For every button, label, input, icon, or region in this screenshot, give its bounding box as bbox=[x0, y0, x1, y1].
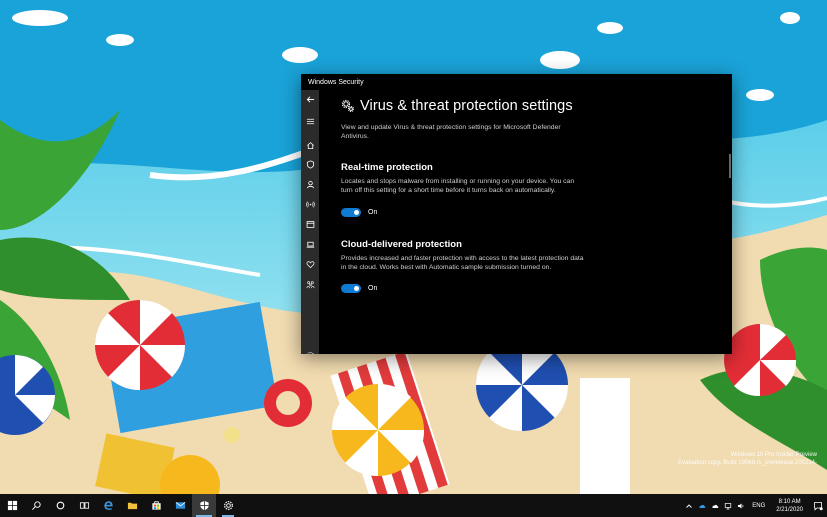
scrollbar[interactable] bbox=[729, 154, 731, 178]
watermark-line-1: Windows 10 Pro Insider Preview bbox=[730, 452, 817, 458]
toggle-state-label: On bbox=[368, 285, 378, 293]
back-arrow-icon[interactable] bbox=[301, 91, 319, 107]
person-icon[interactable] bbox=[301, 176, 319, 192]
page-subtitle: View and update Virus & threat protectio… bbox=[341, 124, 561, 141]
page-title: Virus & threat protection settings bbox=[360, 98, 573, 114]
onedrive-tray-icon[interactable] bbox=[695, 494, 708, 517]
section-description: Locates and stops malware from installin… bbox=[341, 177, 575, 195]
cloud-delivered-protection-section: Cloud-delivered protection Provides incr… bbox=[341, 239, 721, 294]
edge-icon bbox=[103, 501, 113, 510]
toggle-knob bbox=[354, 209, 359, 215]
settings-content: Virus & threat protection settings View … bbox=[341, 98, 721, 294]
cloud-icon bbox=[699, 504, 706, 508]
clock[interactable]: 8:10 AM 2/21/2020 bbox=[770, 498, 809, 514]
app-browser-icon[interactable] bbox=[301, 216, 319, 232]
build-watermark: Windows 10 Pro Insider Preview Evaluatio… bbox=[678, 451, 817, 467]
onedrive-personal-tray-icon[interactable] bbox=[708, 494, 721, 517]
windows-logo-icon bbox=[7, 500, 17, 511]
file-explorer-button[interactable] bbox=[120, 494, 144, 517]
minimize-button[interactable] bbox=[672, 74, 692, 90]
window-title: Windows Security bbox=[308, 78, 364, 86]
cloud-icon bbox=[712, 504, 719, 508]
speaker-icon bbox=[737, 503, 744, 508]
section-heading: Real-time protection bbox=[341, 161, 433, 173]
store-button[interactable] bbox=[144, 494, 168, 517]
maximize-button[interactable] bbox=[692, 74, 712, 90]
chevron-up-icon bbox=[685, 503, 692, 508]
toggle-state-label: On bbox=[368, 208, 378, 216]
cortana-circle-icon bbox=[56, 501, 64, 510]
taskbar: ENG 8:10 AM 2/21/2020 bbox=[0, 494, 827, 517]
gears-icon bbox=[341, 99, 355, 113]
edge-button[interactable] bbox=[96, 494, 120, 517]
search-button[interactable] bbox=[24, 494, 48, 517]
action-center-button[interactable] bbox=[809, 494, 827, 517]
close-button[interactable] bbox=[712, 74, 732, 90]
settings-gear-icon[interactable] bbox=[301, 347, 319, 354]
family-icon[interactable] bbox=[301, 276, 319, 292]
heart-icon[interactable] bbox=[301, 256, 319, 272]
windows-security-window: Windows Security Virus & threat protecti… bbox=[301, 74, 732, 354]
store-bag-icon bbox=[151, 501, 161, 510]
watermark-line-2: Evaluation copy. Build 19569.rs_prerelea… bbox=[678, 460, 817, 466]
wireless-icon[interactable] bbox=[301, 196, 319, 212]
system-tray: ENG 8:10 AM 2/21/2020 bbox=[682, 494, 827, 517]
section-description: Provides increased and faster protection… bbox=[341, 254, 584, 272]
show-hidden-icons-button[interactable] bbox=[682, 494, 695, 517]
task-view-icon bbox=[79, 502, 89, 509]
mail-button[interactable] bbox=[168, 494, 192, 517]
real-time-protection-section: Real-time protection Locates and stops m… bbox=[341, 162, 721, 217]
shield-icon bbox=[199, 500, 209, 511]
search-icon bbox=[31, 501, 41, 510]
hamburger-menu-icon[interactable] bbox=[301, 113, 319, 129]
toggle-knob bbox=[354, 286, 359, 292]
cloud-delivered-protection-toggle[interactable] bbox=[341, 284, 361, 294]
clock-time: 8:10 AM bbox=[778, 498, 801, 505]
clock-date: 2/21/2020 bbox=[776, 506, 803, 513]
laptop-icon[interactable] bbox=[301, 236, 319, 252]
navigation-sidebar bbox=[301, 90, 319, 354]
shield-icon[interactable] bbox=[301, 156, 319, 172]
cortana-button[interactable] bbox=[48, 494, 72, 517]
settings-taskbar-button[interactable] bbox=[216, 494, 240, 517]
network-tray-icon[interactable] bbox=[721, 494, 734, 517]
windows-security-taskbar-button[interactable] bbox=[192, 494, 216, 517]
volume-tray-icon[interactable] bbox=[734, 494, 747, 517]
gear-icon bbox=[223, 501, 233, 510]
network-monitor-icon bbox=[724, 502, 731, 509]
real-time-protection-toggle[interactable] bbox=[341, 207, 361, 217]
input-language-indicator[interactable]: ENG bbox=[747, 503, 770, 509]
start-button[interactable] bbox=[0, 494, 24, 517]
folder-icon bbox=[127, 502, 137, 510]
home-icon[interactable] bbox=[301, 137, 319, 153]
section-heading: Cloud-delivered protection bbox=[341, 238, 462, 250]
title-bar[interactable]: Windows Security bbox=[301, 74, 732, 90]
task-view-button[interactable] bbox=[72, 494, 96, 517]
mail-icon bbox=[175, 502, 185, 509]
notification-icon bbox=[814, 501, 823, 511]
